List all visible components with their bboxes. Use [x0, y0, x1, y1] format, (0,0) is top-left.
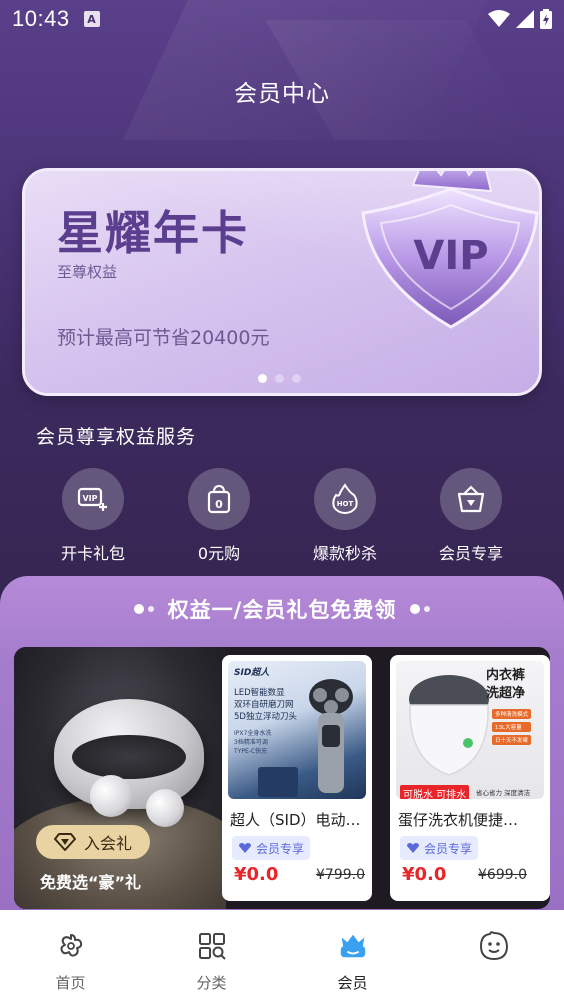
gift-section-title: 权益一/会员礼包免费领: [167, 598, 397, 622]
benefit-label: 爆款秒杀: [312, 544, 377, 563]
product-name: 超人（SID）电动…: [230, 811, 361, 829]
product-bullet: IPX7全身水洗: [234, 730, 272, 737]
membership-card-banner[interactable]: 星耀年卡 至尊权益 预计最高可节省20400元 VIP: [22, 168, 542, 396]
join-gift-label: 入会礼: [83, 834, 132, 853]
product-image-headline: 内衣裤 洗超净: [486, 667, 525, 703]
home-flower-icon: [55, 930, 87, 962]
product-headline: 洗超净: [486, 686, 526, 701]
product-image-text: LED智能数显 双环自研磨刀网 5D独立浮动刀头: [234, 687, 297, 723]
card-title: 星耀年卡: [57, 206, 249, 260]
product-card[interactable]: 内衣裤 洗超净 多种清洗模式 13L大容量 日十天不发霉 可脱水 可排水 省心省…: [390, 655, 550, 901]
product-name: 蛋仔洗衣机便捷…: [398, 811, 519, 829]
benefits-title: 会员尊享权益服务: [36, 426, 197, 448]
product-chip: 日十天不发霉: [492, 735, 532, 745]
benefits-row: VIP 开卡礼包 0 0元购 HOT 爆款秒杀 会员专享: [30, 468, 534, 564]
nav-label: 分类: [196, 974, 227, 992]
product-bullet: 3档精准可调: [234, 739, 268, 746]
promo-caption: 免费选“豪”礼: [40, 873, 142, 892]
nav-label: 会员: [337, 974, 368, 992]
zero-bag-icon: 0: [188, 468, 250, 530]
product-image-shaver: SID超人 LED智能数显 双环自研磨刀网 5D独立浮动刀头 IPX7全身水洗 …: [228, 661, 366, 799]
page-title: 会员中心: [234, 81, 330, 107]
card-saving-text: 预计最高可节省20400元: [57, 327, 270, 349]
vip-card-icon: VIP: [62, 468, 124, 530]
svg-text:HOT: HOT: [337, 500, 354, 508]
status-time: 10:43: [12, 6, 70, 31]
gift-section: 权益一/会员礼包免费领 入会礼 免费选“豪”礼 SID超人 LED智能数显 双环…: [0, 576, 564, 916]
battery-icon: [540, 9, 552, 29]
diamond-basket-icon: [440, 468, 502, 530]
product-feature-badge: 可脱水 可排水: [400, 785, 470, 799]
carousel-dot[interactable]: [275, 374, 284, 383]
product-feature: LED智能数显: [234, 688, 285, 698]
gift-section-header: 权益一/会员礼包免费领: [0, 594, 564, 624]
diamond-heart-icon: [407, 843, 419, 853]
benefit-label: 会员专享: [438, 544, 503, 563]
benefit-flash-sale[interactable]: HOT 爆款秒杀: [282, 468, 408, 564]
product-image-bullets: IPX7全身水洗 3档精准可调 TYPE-C快充: [234, 729, 271, 756]
earbud-image: [146, 789, 184, 827]
member-crown-icon: [337, 930, 369, 962]
bubble-decoration: [133, 604, 154, 614]
benefit-member-exclusive[interactable]: 会员专享: [408, 468, 534, 564]
card-subtitle: 至尊权益: [57, 263, 118, 281]
member-exclusive-label: 会员专享: [424, 841, 473, 856]
bubble-decoration: [410, 604, 431, 614]
svg-text:0: 0: [215, 498, 223, 511]
product-feature: 双环自研磨刀网: [234, 700, 294, 710]
nav-item-category[interactable]: 分类: [162, 930, 262, 993]
nav-label: 首页: [55, 974, 86, 992]
member-exclusive-tag: 会员专享: [400, 836, 479, 860]
product-feature: 5D独立浮动刀头: [234, 712, 297, 722]
bottom-navigation: 首页 分类 会员: [0, 910, 564, 1004]
status-indicators: [488, 9, 552, 29]
gift-carousel: 入会礼 免费选“豪”礼 SID超人 LED智能数显 双环自研磨刀网 5D独立浮动…: [14, 647, 550, 909]
join-gift-promo[interactable]: 入会礼 免费选“豪”礼: [14, 647, 226, 909]
product-original-price: ¥799.0: [316, 867, 365, 883]
product-card[interactable]: SID超人 LED智能数显 双环自研磨刀网 5D独立浮动刀头 IPX7全身水洗 …: [222, 655, 372, 901]
product-price: ¥0.0: [402, 864, 447, 885]
carousel-dot[interactable]: [258, 374, 267, 383]
carousel-dot[interactable]: [292, 374, 301, 383]
vip-shield-icon: VIP: [361, 171, 539, 329]
notification-a-icon: A: [83, 11, 100, 27]
svg-text:VIP: VIP: [82, 494, 97, 503]
wifi-icon: [488, 10, 510, 27]
signal-icon: [516, 10, 534, 28]
benefit-card-gift[interactable]: VIP 开卡礼包: [30, 468, 156, 564]
shaver-image: [309, 679, 353, 793]
benefit-label: 0元购: [197, 544, 241, 563]
member-exclusive-tag: 会员专享: [232, 836, 311, 860]
product-headline: 内衣裤: [486, 668, 526, 683]
mascot-face-icon: [478, 930, 510, 962]
washer-image: [409, 675, 489, 776]
product-bullet: TYPE-C快充: [234, 748, 268, 755]
vip-text: VIP: [413, 233, 488, 279]
nav-item-member[interactable]: 会员: [303, 930, 403, 993]
product-image-chips: 多种清洗模式 13L大容量 日十天不发霉: [492, 709, 532, 745]
nav-item-mine[interactable]: [444, 930, 544, 972]
hot-fire-icon: HOT: [314, 468, 376, 530]
status-bar: 10:43 A: [0, 0, 564, 38]
product-chip: 13L大容量: [492, 722, 532, 732]
carousel-dots: [258, 374, 301, 383]
product-price: ¥0.0: [234, 864, 279, 885]
join-gift-badge[interactable]: 入会礼: [36, 825, 150, 859]
product-chip: 多种清洗模式: [492, 709, 532, 719]
product-feature-text: 省心省力 深度清洁: [476, 789, 531, 797]
category-grid-icon: [196, 930, 228, 962]
diamond-icon: [53, 833, 76, 851]
benefit-zero-buy[interactable]: 0 0元购: [156, 468, 282, 564]
diamond-heart-icon: [239, 843, 251, 853]
earbud-image: [90, 775, 132, 817]
product-box-image: [258, 767, 298, 797]
product-original-price: ¥699.0: [478, 867, 527, 883]
member-exclusive-label: 会员专享: [256, 841, 305, 856]
product-brand: SID超人: [234, 668, 270, 678]
nav-item-home[interactable]: 首页: [21, 930, 121, 993]
benefit-label: 开卡礼包: [60, 544, 125, 563]
product-image-washer: 内衣裤 洗超净 多种清洗模式 13L大容量 日十天不发霉 可脱水 可排水 省心省…: [396, 661, 544, 799]
